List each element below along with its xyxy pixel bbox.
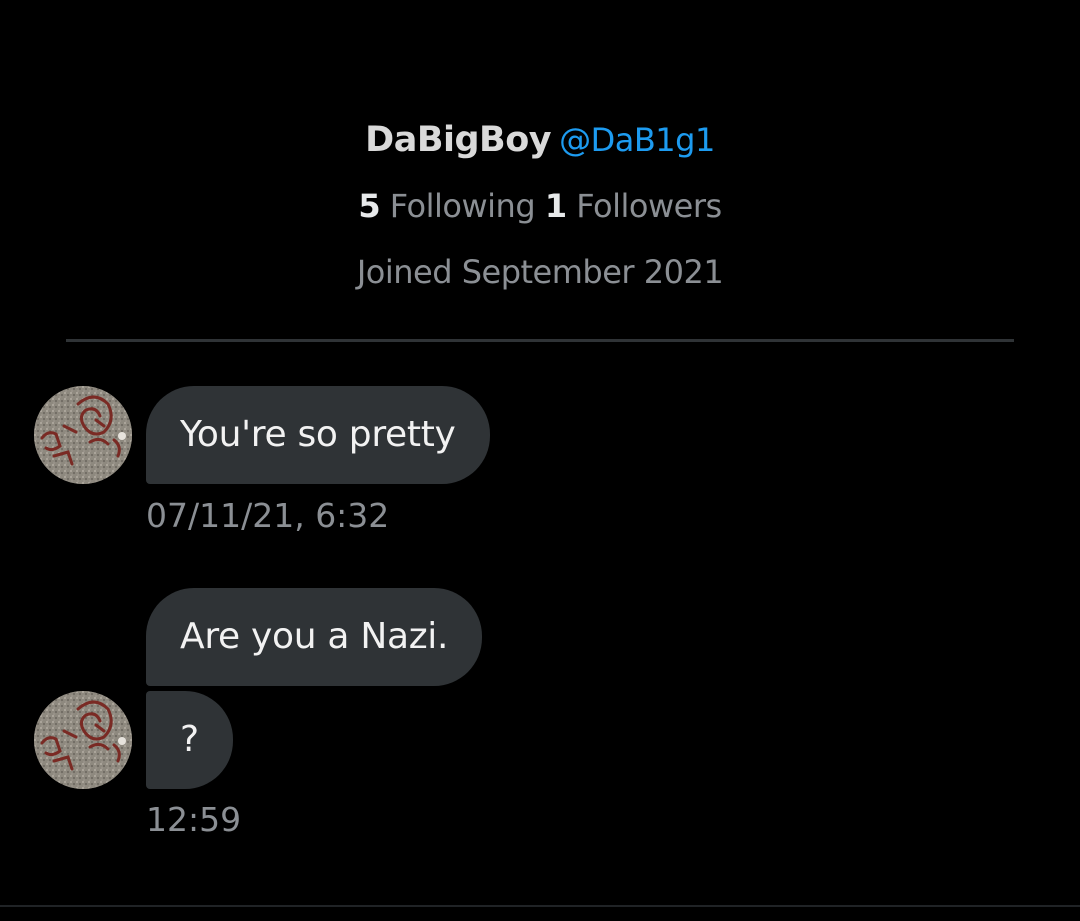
avatar-image [34,386,132,484]
profile-handle[interactable]: @DaB1g1 [559,121,715,159]
following-link[interactable]: 5 Following [358,187,535,225]
message-bubble[interactable]: Are you a Nazi. [146,588,483,686]
message-bubble[interactable]: ? [146,691,233,789]
following-label: Following [389,187,536,225]
message-timestamp: 12:59 [146,800,242,839]
followers-count: 1 [544,187,567,225]
avatar-image [34,691,132,789]
profile-stats: 5 Following 1 Followers [0,182,1080,230]
message-bubble[interactable]: You're so pretty [146,386,490,484]
message-timestamp: 07/11/21, 6:32 [146,496,390,535]
following-count: 5 [358,187,381,225]
profile-display-name[interactable]: DaBigBoy [365,120,551,160]
divider [66,339,1014,342]
avatar[interactable] [34,386,132,484]
joined-date: Joined September 2021 [356,253,724,291]
avatar[interactable] [34,691,132,789]
profile-header: DaBigBoy @DaB1g1 5 Following 1 Followers … [0,112,1080,296]
followers-link[interactable]: 1 Followers [545,187,722,225]
profile-name-line: DaBigBoy @DaB1g1 [0,112,1080,168]
bottom-divider [0,905,1080,907]
followers-label: Followers [576,187,722,225]
